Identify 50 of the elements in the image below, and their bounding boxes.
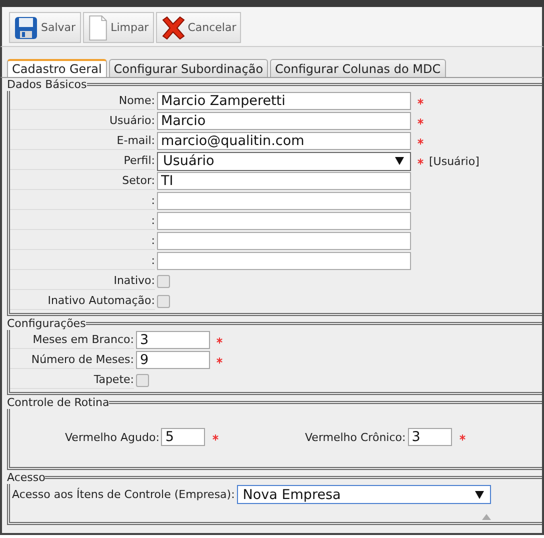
tab[interactable]: Configurar Colunas do MDC (270, 59, 446, 77)
tab[interactable]: Configurar Subordinação (108, 59, 268, 77)
field-label: Usuário: (10, 112, 155, 130)
field-label: E-mail: (10, 132, 155, 150)
clear-button[interactable]: Limpar (82, 12, 154, 43)
checkbox[interactable] (136, 374, 149, 386)
field-label: : (10, 252, 155, 270)
caret-icon (474, 490, 484, 498)
field-label: Setor: (10, 172, 155, 190)
field-label: Vermelho Agudo: (65, 430, 160, 446)
text-field[interactable]: TI (157, 172, 411, 190)
text-field[interactable]: 9 (136, 351, 210, 369)
text-field[interactable] (157, 252, 411, 270)
checkbox[interactable] (157, 274, 170, 288)
field-label: Meses em Branco: (10, 331, 134, 349)
field-label: Número de Meses: (10, 351, 134, 369)
section-title: Dados Básicos (7, 78, 87, 91)
section-title: Acesso (7, 471, 46, 484)
cross-icon (160, 16, 185, 40)
caret-icon (395, 157, 404, 165)
cancel-button[interactable]: Cancelar (156, 12, 242, 43)
field-label: Tapete: (10, 371, 134, 389)
field-label: Inativo Automação: (10, 292, 155, 310)
save-button[interactable]: Salvar (9, 12, 81, 43)
tab[interactable]: Cadastro Geral (7, 59, 107, 77)
text-field[interactable]: 3 (136, 331, 210, 349)
field-label: Acesso aos Ítens de Controle (Empresa): (11, 486, 235, 503)
blank-page-icon (88, 14, 108, 40)
text-field[interactable]: Marcio (157, 112, 411, 130)
text-field[interactable] (157, 212, 411, 230)
section-title: Controle de Rotina (7, 396, 110, 409)
profile-note: [Usuário] (429, 154, 480, 168)
field-label: : (10, 212, 155, 230)
text-field[interactable]: 3 (408, 428, 452, 446)
scroll-up-icon[interactable] (482, 514, 491, 520)
checkbox[interactable] (157, 294, 170, 308)
text-field[interactable]: 5 (161, 428, 206, 446)
field-label: : (10, 232, 155, 250)
text-field[interactable]: Marcio Zamperetti (157, 92, 411, 110)
field-label: : (10, 192, 155, 210)
dropdown[interactable]: Usuário (157, 152, 411, 170)
field-label: Vermelho Crônico: (305, 430, 406, 446)
field-label: Perfil: (10, 152, 155, 170)
text-field[interactable] (157, 192, 411, 210)
text-field[interactable]: marcio@qualitin.com (157, 132, 411, 150)
dropdown[interactable]: Nova Empresa (236, 485, 491, 504)
text-field[interactable] (157, 232, 411, 250)
field-label: Inativo: (10, 272, 155, 290)
section-title: Configurações (7, 317, 86, 330)
field-label: Nome: (10, 92, 155, 110)
